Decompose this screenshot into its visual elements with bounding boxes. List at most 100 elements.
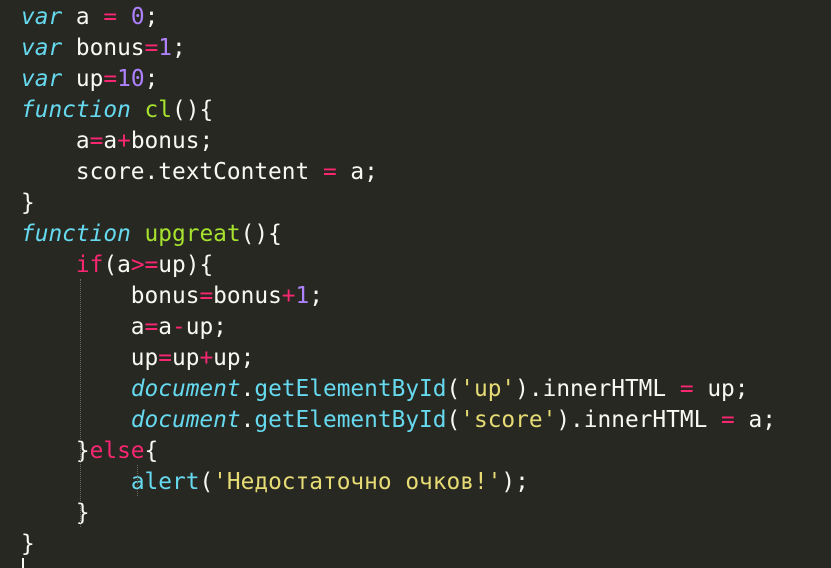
code-line[interactable]: document.getElementById('up').innerHTML …: [21, 374, 749, 405]
code-token: up;: [213, 345, 255, 371]
code-token: up: [62, 66, 104, 92]
code-token: (: [446, 407, 461, 433]
code-token: a: [62, 4, 104, 30]
code-token: function: [21, 97, 131, 123]
code-token: var: [21, 4, 63, 30]
code-token: document: [130, 376, 241, 402]
code-token: 0: [130, 4, 145, 30]
code-token: getElementById: [254, 407, 447, 433]
code-token: ;: [144, 4, 159, 30]
code-line[interactable]: var bonus=1;: [21, 33, 186, 64]
code-token: =: [679, 376, 694, 402]
code-line[interactable]: bonus=bonus+1;: [21, 281, 323, 312]
code-token: =: [144, 35, 159, 61]
code-editor[interactable]: var a = 0; var bonus=1; var up=10; function…: [0, 0, 831, 568]
code-token: var: [21, 66, 63, 92]
code-token: up: [21, 345, 159, 371]
code-token: if: [75, 252, 104, 278]
code-token: bonus: [62, 35, 145, 61]
code-token: =: [89, 128, 104, 154]
code-token: =: [103, 66, 118, 92]
code-token: +: [281, 283, 296, 309]
code-token: upgreat: [144, 221, 241, 247]
code-token: {: [144, 438, 159, 464]
code-token: a: [21, 128, 90, 154]
code-token: (: [199, 469, 214, 495]
code-token: 'Недостаточно очков!': [213, 469, 502, 495]
code-token: 'up': [460, 376, 516, 402]
code-token: a;: [336, 159, 378, 185]
code-token: 10: [117, 66, 145, 92]
code-token: up){: [158, 252, 214, 278]
code-token: =: [199, 283, 214, 309]
code-line[interactable]: var a = 0;: [21, 2, 158, 33]
code-token: );: [501, 469, 529, 495]
code-token: ).innerHTML: [556, 407, 722, 433]
code-token: bonus: [213, 283, 282, 309]
code-token: alert: [130, 469, 200, 495]
code-token: up;: [185, 314, 227, 340]
code-token: else: [89, 438, 145, 464]
code-line[interactable]: }: [21, 529, 35, 560]
code-line[interactable]: a=a+bonus;: [21, 126, 213, 157]
code-token: }: [21, 190, 35, 216]
code-token: cl: [144, 97, 172, 123]
code-token: ;: [144, 66, 159, 92]
code-token: document: [130, 407, 241, 433]
code-token: (){: [172, 97, 214, 123]
code-token: score.textContent: [21, 159, 323, 185]
code-token: .: [240, 376, 255, 402]
code-token: a: [21, 314, 145, 340]
indent-guide: [80, 279, 81, 527]
code-token: =: [103, 4, 118, 30]
code-token: a: [158, 314, 172, 340]
code-token: (a: [103, 252, 131, 278]
code-token: 1: [158, 35, 173, 61]
code-line[interactable]: a=a-up;: [21, 312, 227, 343]
code-token: +: [199, 345, 214, 371]
code-token: +: [117, 128, 131, 154]
code-token: >=: [130, 252, 159, 278]
code-token: ).innerHTML: [515, 376, 680, 402]
code-line[interactable]: function cl(){: [21, 95, 213, 126]
code-token: 1: [295, 283, 310, 309]
code-token: =: [322, 159, 337, 185]
code-token: up;: [693, 376, 749, 402]
code-token: =: [158, 345, 172, 371]
code-line[interactable]: up=up+up;: [21, 343, 255, 374]
code-line[interactable]: var up=10;: [21, 64, 158, 95]
code-token: (){: [240, 221, 282, 247]
code-token: bonus;: [130, 128, 214, 154]
code-line[interactable]: document.getElementById('score').innerHT…: [21, 405, 776, 436]
code-token: -: [172, 314, 186, 340]
code-line[interactable]: alert('Недостаточно очков!');: [21, 467, 529, 498]
code-token: (: [446, 376, 461, 402]
code-token: =: [721, 407, 735, 433]
code-token: up: [171, 345, 200, 371]
text-cursor: [22, 558, 24, 568]
code-line[interactable]: if(a>=up){: [21, 250, 213, 281]
code-token: a: [103, 128, 118, 154]
code-token: ;: [309, 283, 323, 309]
code-line[interactable]: }else{: [21, 436, 158, 467]
indent-guide: [137, 465, 138, 496]
code-token: .: [240, 407, 255, 433]
code-token: getElementById: [254, 376, 447, 402]
code-token: a;: [734, 407, 776, 433]
code-token: function: [21, 221, 131, 247]
code-token: ;: [172, 35, 186, 61]
code-token: }: [21, 531, 35, 557]
code-line[interactable]: function upgreat(){: [21, 219, 282, 250]
code-token: =: [144, 314, 159, 340]
code-line[interactable]: score.textContent = a;: [21, 157, 378, 188]
code-token: 'score': [460, 407, 557, 433]
code-line[interactable]: }: [21, 188, 35, 219]
code-token: bonus: [21, 283, 200, 309]
